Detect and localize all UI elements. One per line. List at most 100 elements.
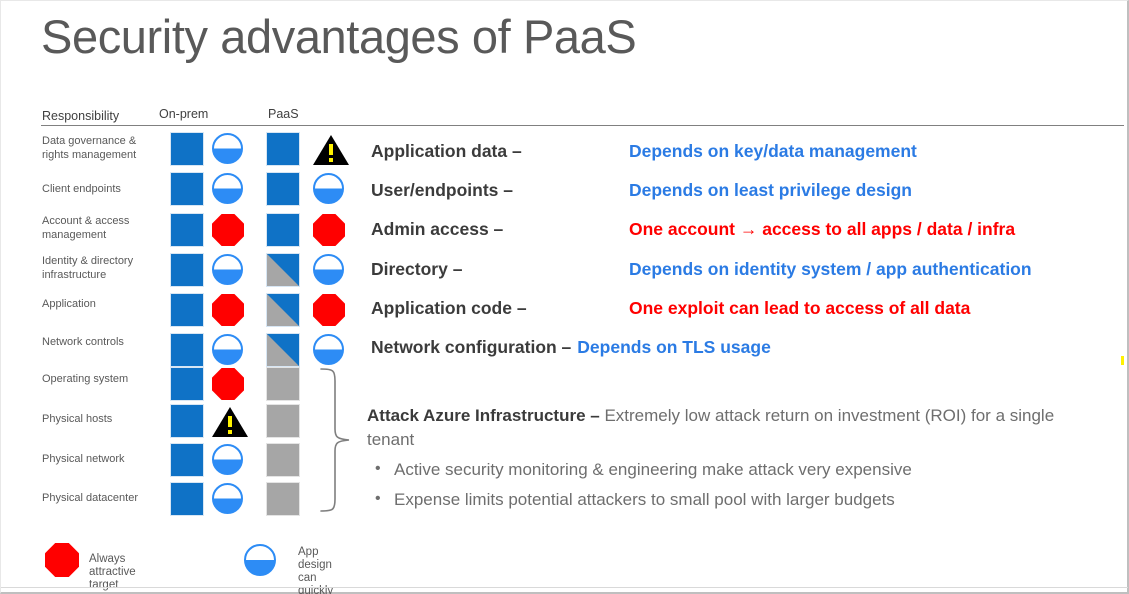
matrix-cell-onprem-square <box>170 482 204 516</box>
attack-bullet-item: Expense limits potential attackers to sm… <box>367 487 1067 512</box>
matrix-cell-onprem-square <box>170 213 204 247</box>
matrix-cell-paas-square <box>266 172 300 206</box>
matrix-cell-paas-square <box>266 443 300 477</box>
blue-square-icon <box>170 333 204 367</box>
half-circle-icon <box>212 483 243 514</box>
blue-square-icon <box>170 367 204 401</box>
callout-term: Directory – <box>371 259 463 279</box>
half-circle-icon <box>313 254 344 285</box>
column-header-on-prem: On-prem <box>159 107 209 121</box>
infrastructure-brace <box>319 367 359 518</box>
callout-term: Application data – <box>371 141 522 161</box>
matrix-cell-onprem-marker <box>212 368 244 400</box>
legend-marker-red-octagon <box>45 543 79 577</box>
half-circle-icon <box>313 173 344 204</box>
matrix-cell-onprem-square <box>170 172 204 206</box>
callout-term: Application code – <box>371 298 527 318</box>
attack-bullet-list: Active security monitoring & engineering… <box>367 457 1067 512</box>
blue-square-icon <box>170 172 204 206</box>
red-octagon-icon <box>212 368 244 400</box>
matrix-cell-paas-marker <box>313 173 344 204</box>
callout-term: Network configuration – <box>371 337 572 357</box>
header-divider <box>41 125 1124 126</box>
callout-description: Depends on least privilege design <box>629 180 912 200</box>
attack-lead-paragraph: Attack Azure Infrastructure – Extremely … <box>367 404 1067 452</box>
blue-square-icon <box>170 132 204 166</box>
blue-square-icon <box>170 404 204 438</box>
callout-row: Admin access – <box>371 219 503 239</box>
matrix-cell-onprem-marker <box>212 173 243 204</box>
row-label: Physical network <box>42 453 125 465</box>
blue-square-icon <box>266 172 300 206</box>
blue-square-icon <box>170 213 204 247</box>
blue-square-icon <box>170 443 204 477</box>
gray-square-icon <box>266 404 300 438</box>
warning-triangle-icon <box>212 407 248 437</box>
matrix-cell-onprem-square <box>170 333 204 367</box>
matrix-cell-onprem-square <box>170 253 204 287</box>
matrix-cell-paas-square <box>266 253 300 287</box>
callout-term: Admin access – <box>371 219 504 239</box>
split-square-icon <box>266 253 300 287</box>
column-header-responsibility: Responsibility <box>42 109 120 123</box>
row-label: Physical datacenter <box>42 492 138 504</box>
half-circle-icon <box>212 173 243 204</box>
half-circle-icon <box>212 133 243 164</box>
half-circle-icon <box>313 334 344 365</box>
matrix-cell-paas-square <box>266 213 300 247</box>
row-label: Data governance & rights management <box>42 135 137 161</box>
slide-canvas: Security advantages of PaaS Responsibili… <box>0 0 1129 594</box>
callout-row: User/endpoints – <box>371 180 513 200</box>
matrix-cell-paas-square <box>266 333 300 367</box>
matrix-cell-onprem-marker <box>212 483 243 514</box>
callout-description: Depends on identity system / app authent… <box>629 259 1032 279</box>
matrix-cell-paas-marker <box>313 294 345 326</box>
attack-bullet-item: Active security monitoring & engineering… <box>367 457 1067 482</box>
callout-row: Network configuration – Depends on TLS us… <box>371 337 771 357</box>
matrix-cell-paas-marker <box>313 135 349 165</box>
row-label: Client endpoints <box>42 183 121 195</box>
matrix-cell-paas-square <box>266 367 300 401</box>
column-header-paas: PaaS <box>268 107 299 121</box>
row-label: Identity & directory infrastructure <box>42 255 134 281</box>
matrix-cell-paas-marker <box>313 214 345 246</box>
matrix-cell-paas-square <box>266 404 300 438</box>
split-square-icon <box>266 333 300 367</box>
half-circle-icon <box>212 334 243 365</box>
callout-term: User/endpoints – <box>371 180 513 200</box>
red-octagon-icon <box>212 214 244 246</box>
gray-square-icon <box>266 367 300 401</box>
red-octagon-icon <box>313 294 345 326</box>
callout-description: Depends on key/data management <box>629 141 917 161</box>
row-label: Network controls <box>42 336 124 348</box>
blue-square-icon <box>266 132 300 166</box>
matrix-cell-onprem-square <box>170 293 204 327</box>
red-octagon-icon <box>313 214 345 246</box>
matrix-cell-onprem-marker <box>212 254 243 285</box>
matrix-cell-onprem-marker <box>212 214 244 246</box>
matrix-cell-onprem-marker <box>212 334 243 365</box>
row-label: Operating system <box>42 373 129 385</box>
callout-description: One exploit can lead to access of all da… <box>629 298 971 318</box>
matrix-cell-onprem-square <box>170 367 204 401</box>
matrix-cell-onprem-square <box>170 132 204 166</box>
matrix-cell-paas-marker <box>313 334 344 365</box>
matrix-cell-onprem-marker <box>212 444 243 475</box>
callout-row: Application data – <box>371 141 522 161</box>
matrix-cell-onprem-marker <box>212 294 244 326</box>
matrix-cell-paas-marker <box>313 254 344 285</box>
footer-divider <box>1 587 1128 588</box>
matrix-cell-onprem-marker <box>212 133 243 164</box>
attack-term: Attack Azure Infrastructure – <box>367 406 600 425</box>
page-title: Security advantages of PaaS <box>41 10 637 63</box>
warning-triangle-icon <box>313 135 349 165</box>
blue-square-icon <box>170 482 204 516</box>
matrix-cell-onprem-marker <box>212 407 248 437</box>
matrix-cell-onprem-square <box>170 404 204 438</box>
blue-square-icon <box>170 293 204 327</box>
half-circle-icon <box>212 254 243 285</box>
callout-description: Depends on TLS usage <box>577 337 771 357</box>
matrix-cell-paas-square <box>266 482 300 516</box>
row-label: Application <box>42 298 96 310</box>
row-label: Physical hosts <box>42 413 113 425</box>
